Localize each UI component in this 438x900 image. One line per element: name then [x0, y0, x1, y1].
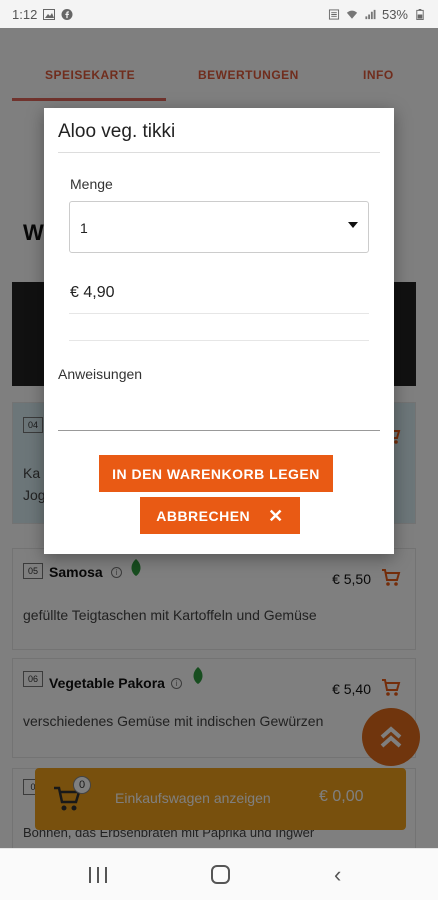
- close-icon: ✕: [268, 505, 284, 526]
- quantity-value: 1: [80, 220, 88, 236]
- battery-icon: [416, 8, 424, 20]
- recent-apps-icon[interactable]: [89, 867, 107, 883]
- add-to-cart-button[interactable]: IN DEN WARENKORB LEGEN: [99, 455, 333, 492]
- sim-icon: [328, 8, 340, 20]
- wifi-icon: [346, 10, 358, 19]
- status-right: 53%: [328, 7, 426, 22]
- dialog-title: Aloo veg. tikki: [58, 121, 176, 142]
- add-item-dialog: Aloo veg. tikki Menge 1 € 4,90 Anweisung…: [44, 108, 394, 554]
- battery-percent: 53%: [381, 6, 408, 22]
- instructions-label: Anweisungen: [58, 366, 143, 382]
- facebook-icon: [61, 8, 73, 20]
- divider: [69, 313, 369, 314]
- back-icon[interactable]: ‹: [334, 864, 341, 886]
- divider: [69, 340, 369, 341]
- gallery-icon: [43, 8, 56, 20]
- instructions-input[interactable]: [58, 391, 380, 431]
- quantity-select[interactable]: 1: [69, 201, 369, 253]
- home-icon[interactable]: [211, 865, 230, 884]
- status-time: 1:12: [12, 6, 38, 22]
- dropdown-caret-icon: [348, 222, 358, 228]
- status-left: 1:12: [12, 7, 73, 22]
- cancel-button-label: ABBRECHEN: [156, 507, 251, 524]
- status-bar: 1:12 53%: [0, 0, 438, 28]
- cancel-button[interactable]: ABBRECHEN ✕: [140, 497, 300, 534]
- system-navigation-bar: ‹: [0, 848, 438, 900]
- item-price: € 4,90: [70, 284, 115, 301]
- divider: [58, 152, 380, 153]
- quantity-label: Menge: [70, 176, 113, 192]
- signal-icon: [365, 9, 376, 19]
